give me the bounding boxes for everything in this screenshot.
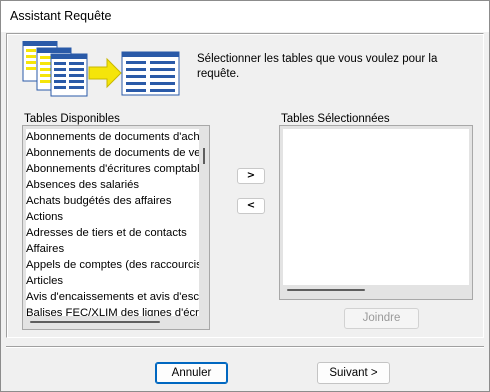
- list-item[interactable]: Absences des salariés: [26, 177, 199, 193]
- selected-tables-list[interactable]: [283, 129, 469, 285]
- list-item[interactable]: Achats budgétés des affaires: [26, 193, 199, 209]
- list-item[interactable]: Abonnements d'écritures comptable: [26, 161, 199, 177]
- available-tables-listbox[interactable]: Abonnements de documents d'acha Abonneme…: [22, 125, 210, 330]
- available-tables-label: Tables Disponibles: [23, 113, 121, 125]
- query-wizard-dialog: Assistant Requête Sélectionner les table…: [0, 0, 490, 392]
- instructions-text: Sélectionner les tables que vous voulez …: [197, 53, 438, 80]
- list-item[interactable]: Abonnements de documents de ver: [26, 145, 199, 161]
- next-button[interactable]: Suivant >: [317, 362, 390, 384]
- horizontal-scrollbar-thumb[interactable]: [30, 321, 160, 323]
- list-item[interactable]: Affaires: [26, 241, 199, 257]
- list-item[interactable]: Avis d'encaissements et avis d'escon: [26, 289, 199, 305]
- remove-table-button[interactable]: <: [237, 198, 265, 214]
- list-item[interactable]: Balises FEC/XLIM des lignes d'écr...: [26, 305, 199, 316]
- list-item[interactable]: Actions: [26, 209, 199, 225]
- window-title: Assistant Requête: [10, 9, 112, 23]
- vertical-scrollbar-thumb[interactable]: [203, 148, 205, 164]
- add-table-button[interactable]: >: [237, 168, 265, 184]
- horizontal-scrollbar[interactable]: [26, 319, 199, 326]
- list-item[interactable]: Abonnements de documents d'acha: [26, 129, 199, 145]
- join-button[interactable]: Joindre: [344, 308, 419, 329]
- list-item[interactable]: Appels de comptes (des raccourcis d: [26, 257, 199, 273]
- list-item[interactable]: Articles: [26, 273, 199, 289]
- footer-divider-highlight: [6, 347, 484, 348]
- cancel-button[interactable]: Annuler: [155, 362, 228, 384]
- selected-tables-label: Tables Sélectionnées: [280, 113, 391, 125]
- horizontal-scrollbar-thumb[interactable]: [287, 289, 365, 291]
- available-tables-list[interactable]: Abonnements de documents d'acha Abonneme…: [26, 129, 199, 316]
- list-item[interactable]: Adresses de tiers et de contacts: [26, 225, 199, 241]
- title-bar: Assistant Requête: [1, 1, 489, 32]
- selected-tables-listbox[interactable]: [279, 125, 473, 300]
- tables-illustration-icon: [22, 41, 180, 97]
